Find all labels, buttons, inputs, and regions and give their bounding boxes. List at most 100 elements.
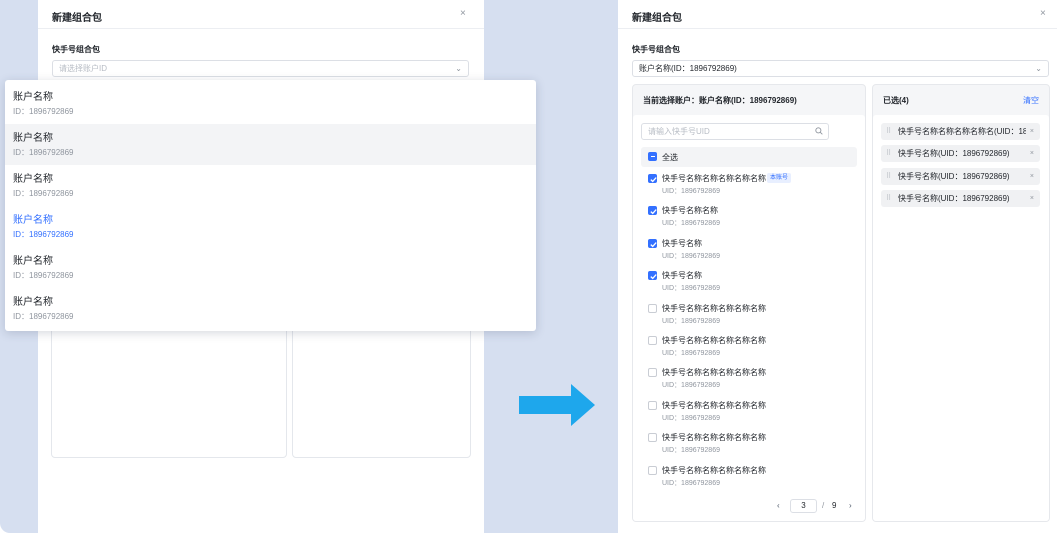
page-total: 9 bbox=[832, 501, 837, 510]
arrow-right-icon bbox=[519, 384, 595, 426]
row-uid: UID：1896792869 bbox=[662, 447, 720, 455]
dialog-title: 新建组合包 bbox=[52, 13, 102, 24]
row-checkbox[interactable] bbox=[648, 303, 657, 313]
row-uid: UID：1896792869 bbox=[662, 317, 720, 325]
chip-label: 快手号名称名称名称名称名(UID：1896792869) bbox=[898, 127, 1026, 136]
row-account-name: 快手号名称名称名称名称名称 bbox=[662, 303, 766, 313]
drag-handle-icon[interactable]: ⠿ bbox=[886, 145, 891, 162]
row-account-name: 快手号名称 bbox=[662, 238, 702, 248]
selected-chip[interactable]: ⠿ 快手号名称(UID：1896792869) × bbox=[881, 167, 1040, 185]
row-account-name: 快手号名称 bbox=[662, 271, 702, 281]
dialog-title: 新建组合包 bbox=[632, 13, 682, 24]
row-account-name: 快手号名称名称名称名称名称 bbox=[662, 336, 766, 345]
select-all-checkbox[interactable] bbox=[648, 152, 657, 161]
search-icon bbox=[815, 127, 823, 135]
account-select[interactable]: 账户名称(ID：1896792869) ⌄ bbox=[632, 60, 1049, 77]
select-all-row[interactable]: 全选 bbox=[641, 147, 857, 167]
row-checkbox[interactable] bbox=[648, 238, 657, 248]
dropdown-option[interactable]: 账户名称 ID：1896792869 bbox=[5, 165, 536, 206]
row-checkbox[interactable] bbox=[648, 174, 657, 183]
row-uid: UID：1896792869 bbox=[662, 188, 720, 195]
select-placeholder: 请选择账户ID bbox=[59, 64, 107, 73]
dialog-divider bbox=[38, 28, 484, 29]
right-panel-ghost bbox=[292, 320, 471, 458]
option-id: ID：1896792869 bbox=[13, 312, 74, 321]
drag-handle-icon[interactable]: ⠿ bbox=[886, 168, 891, 185]
dropdown-option[interactable]: 账户名称 ID：1896792869 bbox=[5, 83, 536, 124]
chevron-down-icon: ⌄ bbox=[455, 64, 462, 73]
option-name: 账户名称 bbox=[13, 92, 53, 103]
close-icon[interactable]: × bbox=[460, 8, 466, 19]
row-account-name: 快手号名称名称名称名称名称 bbox=[662, 400, 766, 410]
option-name: 账户名称 bbox=[13, 174, 53, 185]
field-label: 快手号组合包 bbox=[52, 45, 100, 54]
next-page-icon[interactable]: › bbox=[849, 501, 852, 510]
selected-body: ⠿ 快手号名称名称名称名称名(UID：1896792869) × ⠿ 快手号名称(UID… bbox=[873, 115, 1049, 521]
option-id: ID：1896792869 bbox=[13, 189, 74, 198]
dropdown-option-hovered[interactable]: 账户名称 ID：1896792869 bbox=[5, 124, 536, 165]
row-uid: UID：1896792869 bbox=[662, 220, 720, 228]
row-checkbox[interactable] bbox=[648, 368, 657, 378]
row-uid: UID：1896792869 bbox=[662, 252, 720, 260]
drag-handle-icon[interactable]: ⠿ bbox=[886, 190, 891, 207]
row-checkbox[interactable] bbox=[648, 336, 657, 345]
remove-icon[interactable]: × bbox=[1030, 168, 1034, 185]
selected-panel: 已选(4) 清空 ⠿快手号名称名称名称名称名(UID：1896792869)×⠿… bbox=[872, 84, 1050, 522]
account-list-panel: 当前选择账户：账户名称(ID：1896792869) 请输入快手号UID 全选 … bbox=[632, 84, 866, 522]
chip-label: 快手号名称(UID：1896792869) bbox=[898, 193, 1010, 203]
row-checkbox[interactable] bbox=[648, 433, 657, 443]
search-placeholder: 请输入快手号UID bbox=[648, 127, 710, 136]
check-icon bbox=[650, 274, 657, 280]
account-select[interactable]: 请选择账户ID ⌄ bbox=[52, 60, 469, 77]
dropdown-option[interactable]: 账户名称 ID：1896792869 bbox=[5, 247, 536, 288]
dropdown-option[interactable]: 账户名称 ID：1896792869 bbox=[5, 288, 536, 329]
row-uid: UID：1896792869 bbox=[662, 479, 720, 487]
row-checkbox[interactable] bbox=[648, 206, 657, 216]
row-account-name: 快手号名称名称 bbox=[662, 206, 718, 216]
row-checkbox[interactable] bbox=[648, 400, 657, 410]
option-name: 账户名称 bbox=[13, 297, 53, 308]
chevron-down-icon: ⌄ bbox=[1035, 64, 1042, 73]
field-label: 快手号组合包 bbox=[632, 45, 680, 54]
selected-chip[interactable]: ⠿ 快手号名称(UID：1896792869) × bbox=[881, 189, 1040, 207]
remove-icon[interactable]: × bbox=[1030, 123, 1034, 140]
check-icon bbox=[650, 177, 657, 183]
option-id: ID：1896792869 bbox=[13, 271, 74, 280]
row-checkbox[interactable] bbox=[648, 271, 657, 281]
selected-header: 已选(4) bbox=[883, 96, 909, 105]
row-account-name: 快手号名称名称名称名称名称 bbox=[662, 433, 766, 443]
clear-button[interactable]: 清空 bbox=[1023, 95, 1039, 106]
right-dialog: 新建组合包 × 快手号组合包 账户名称(ID：1896792869) ⌄ 当前选… bbox=[618, 0, 1057, 533]
row-account-name: 快手号名称名称名称名称名称 bbox=[662, 174, 766, 183]
remove-icon[interactable]: × bbox=[1030, 145, 1034, 162]
selected-chip[interactable]: ⠿ 快手号名称名称名称名称名(UID：1896792869) × bbox=[881, 123, 1040, 140]
option-name: 账户名称 bbox=[13, 133, 53, 144]
own-account-badge: 本账号 bbox=[767, 173, 792, 183]
check-icon bbox=[650, 209, 657, 215]
remove-icon[interactable]: × bbox=[1030, 190, 1034, 207]
page-separator: / bbox=[822, 501, 825, 510]
selected-chip[interactable]: ⠿ 快手号名称(UID：1896792869) × bbox=[881, 145, 1040, 163]
select-value: 账户名称(ID：1896792869) bbox=[639, 64, 737, 73]
chip-label: 快手号名称(UID：1896792869) bbox=[898, 149, 1010, 159]
row-uid: UID：1896792869 bbox=[662, 285, 720, 293]
uid-search-input[interactable]: 请输入快手号UID bbox=[641, 123, 829, 140]
row-checkbox[interactable] bbox=[648, 465, 657, 475]
page-input[interactable]: 3 bbox=[790, 499, 817, 513]
row-account-name: 快手号名称名称名称名称名称 bbox=[662, 368, 766, 378]
close-icon[interactable]: × bbox=[1040, 8, 1046, 19]
prev-page-icon[interactable]: ‹ bbox=[777, 501, 780, 510]
dropdown-option-selected[interactable]: 账户名称 ID：1896792869 bbox=[5, 206, 536, 247]
account-dropdown: 账户名称 ID：1896792869 账户名称 ID：1896792869 账户… bbox=[5, 80, 536, 331]
drag-handle-icon[interactable]: ⠿ bbox=[886, 123, 891, 140]
panel-header: 当前选择账户：账户名称(ID：1896792869) bbox=[643, 96, 797, 105]
check-icon bbox=[650, 241, 657, 248]
option-name: 账户名称 bbox=[13, 215, 53, 226]
left-panel-ghost bbox=[51, 320, 287, 458]
list-body: 请输入快手号UID 全选 快手号名称名称名称名称名称 本账号 UID：1896792… bbox=[633, 115, 865, 521]
row-uid: UID：1896792869 bbox=[662, 350, 720, 357]
option-name: 账户名称 bbox=[13, 256, 53, 267]
option-id: ID：1896792869 bbox=[13, 107, 74, 116]
option-id: ID：1896792869 bbox=[13, 148, 74, 157]
row-uid: UID：1896792869 bbox=[662, 414, 720, 422]
